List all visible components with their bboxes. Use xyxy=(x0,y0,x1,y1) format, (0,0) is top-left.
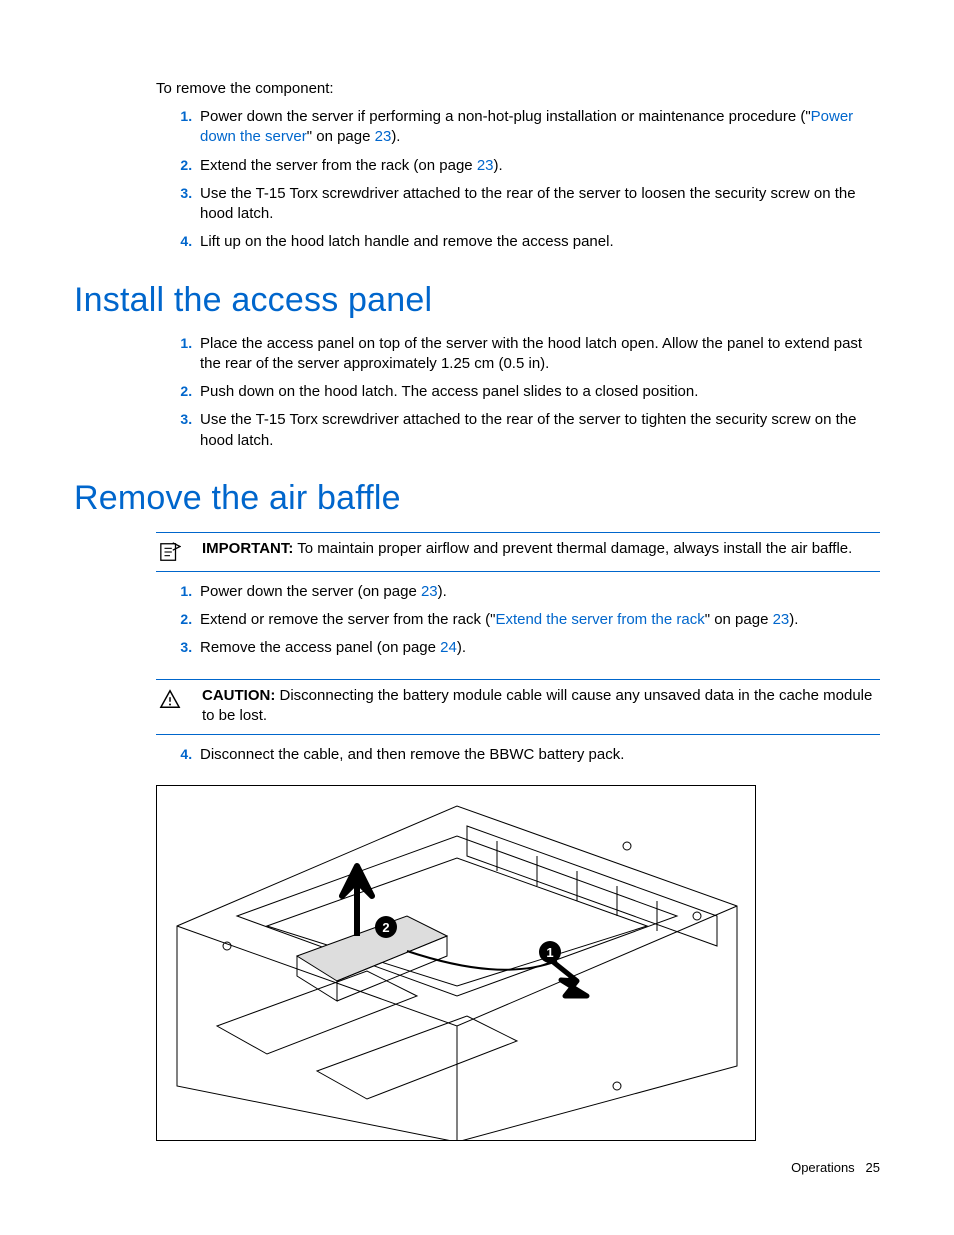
caution-label: CAUTION: xyxy=(202,687,275,704)
step-text: ). xyxy=(789,611,798,628)
caution-callout: CAUTION: Disconnecting the battery modul… xyxy=(156,679,880,736)
list-item: Disconnect the cable, and then remove th… xyxy=(196,745,880,765)
footer-section: Operations xyxy=(791,1160,855,1175)
remove-component-steps: Power down the server if performing a no… xyxy=(156,107,880,253)
step-text: ). xyxy=(494,157,503,174)
list-item: Extend or remove the server from the rac… xyxy=(196,610,880,630)
step-text: Disconnect the cable, and then remove th… xyxy=(200,746,624,763)
step-text: Push down on the hood latch. The access … xyxy=(200,383,698,400)
list-item: Extend the server from the rack (on page… xyxy=(196,156,880,176)
install-access-panel-steps: Place the access panel on top of the ser… xyxy=(156,334,880,451)
page-ref[interactable]: 24 xyxy=(440,639,457,656)
list-item: Lift up on the hood latch handle and rem… xyxy=(196,232,880,252)
page-ref[interactable]: 23 xyxy=(421,583,438,600)
important-label: IMPORTANT: xyxy=(202,540,293,557)
step-text: Power down the server if performing a no… xyxy=(200,108,811,125)
important-callout: IMPORTANT: To maintain proper airflow an… xyxy=(156,532,880,572)
caution-text: CAUTION: Disconnecting the battery modul… xyxy=(202,686,880,727)
step-text: ). xyxy=(391,128,400,145)
page-root: To remove the component: Power down the … xyxy=(0,0,954,1235)
step-text: Power down the server (on page xyxy=(200,583,421,600)
step-text: Extend or remove the server from the rac… xyxy=(200,611,495,628)
heading-install-access-panel: Install the access panel xyxy=(74,281,880,320)
list-item: Use the T-15 Torx screwdriver attached t… xyxy=(196,410,880,451)
remove-baffle-steps-b: Disconnect the cable, and then remove th… xyxy=(156,745,880,765)
step-text: Remove the access panel (on page xyxy=(200,639,440,656)
page-ref[interactable]: 23 xyxy=(773,611,790,628)
figure-illustration xyxy=(157,786,756,1141)
list-item: Power down the server if performing a no… xyxy=(196,107,880,148)
intro-text: To remove the component: xyxy=(156,80,880,97)
list-item: Remove the access panel (on page 24). xyxy=(196,638,880,658)
step-text: " on page xyxy=(705,611,773,628)
step-text: ). xyxy=(457,639,466,656)
list-item: Power down the server (on page 23). xyxy=(196,582,880,602)
caution-icon xyxy=(156,686,184,710)
list-item: Push down on the hood latch. The access … xyxy=(196,382,880,402)
step-text: " on page xyxy=(307,128,375,145)
step-text: Place the access panel on top of the ser… xyxy=(200,335,862,372)
list-item: Use the T-15 Torx screwdriver attached t… xyxy=(196,184,880,225)
step-text: Lift up on the hood latch handle and rem… xyxy=(200,233,614,250)
important-body: To maintain proper airflow and prevent t… xyxy=(293,540,852,557)
page-footer: Operations 25 xyxy=(791,1160,880,1175)
list-item: Place the access panel on top of the ser… xyxy=(196,334,880,375)
important-text: IMPORTANT: To maintain proper airflow an… xyxy=(202,539,880,559)
link-extend-server[interactable]: Extend the server from the rack xyxy=(495,611,704,628)
page-ref[interactable]: 23 xyxy=(477,157,494,174)
remove-baffle-steps-a: Power down the server (on page 23). Exte… xyxy=(156,582,880,659)
important-icon xyxy=(156,539,184,563)
step-text: Extend the server from the rack (on page xyxy=(200,157,477,174)
heading-remove-air-baffle: Remove the air baffle xyxy=(74,479,880,518)
page-ref[interactable]: 23 xyxy=(375,128,392,145)
step-text: Use the T-15 Torx screwdriver attached t… xyxy=(200,411,856,448)
step-text: ). xyxy=(438,583,447,600)
step-text: Use the T-15 Torx screwdriver attached t… xyxy=(200,185,856,222)
caution-body: Disconnecting the battery module cable w… xyxy=(202,687,872,724)
figure-bbwc-battery: 2 1 xyxy=(156,785,756,1141)
footer-page-number: 25 xyxy=(866,1160,880,1175)
